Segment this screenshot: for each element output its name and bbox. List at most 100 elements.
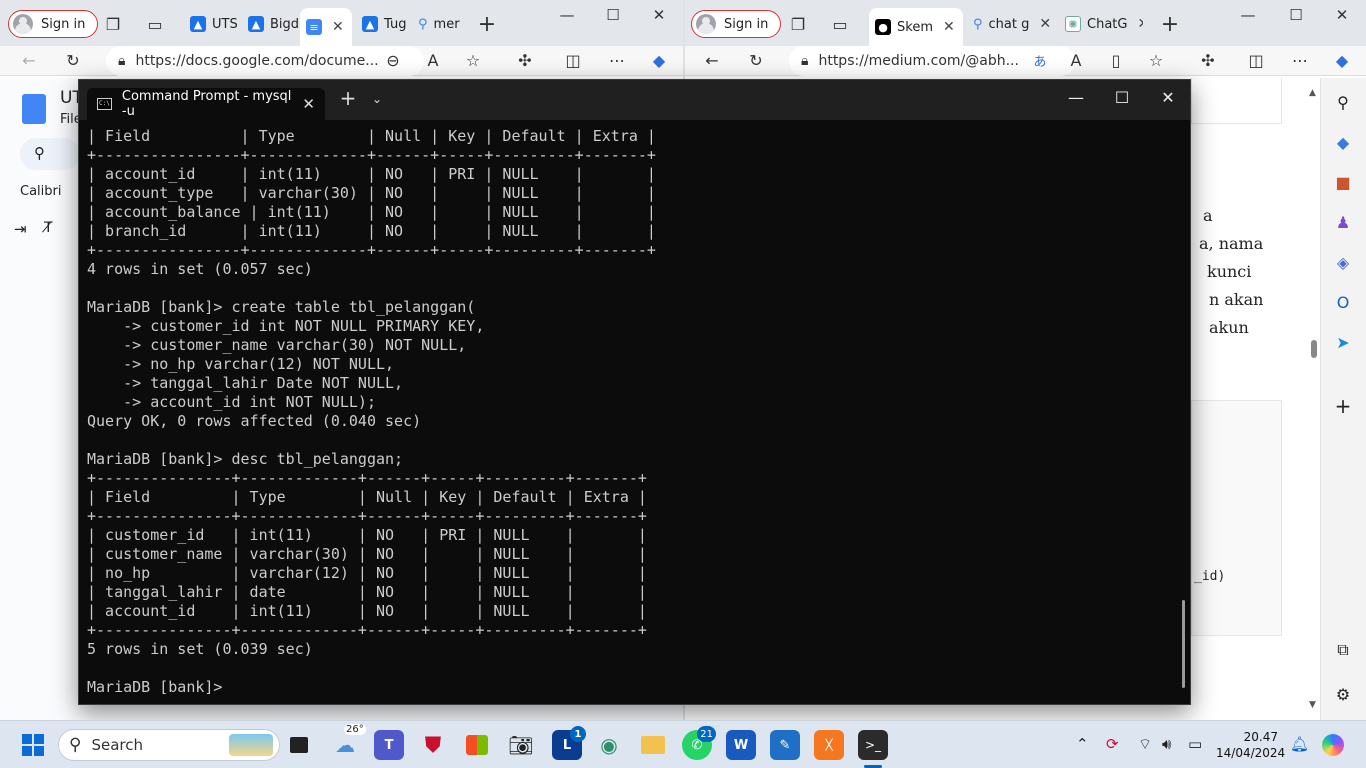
read-aloud-icon[interactable]: A bbox=[1063, 47, 1089, 73]
tab-chat-g[interactable]: ⚲ chat g ✕ bbox=[967, 8, 1053, 40]
task-view-button[interactable] bbox=[284, 730, 314, 760]
minimize-button[interactable]: — bbox=[544, 6, 590, 24]
copilot-icon[interactable]: ◆ bbox=[646, 47, 672, 73]
sign-in-button[interactable]: Sign in bbox=[8, 10, 99, 38]
refresh-icon[interactable]: ↻ bbox=[743, 47, 769, 73]
page-scrollbar[interactable]: ▲ ▼ bbox=[1309, 82, 1319, 720]
browser-toolbar: ← ↻ 🔒︎ https://medium.com/@abh... あ A ▯ … bbox=[685, 46, 1366, 76]
copilot-icon[interactable]: ◆ bbox=[1329, 47, 1355, 73]
sidebar-shopping-icon[interactable]: ◆ bbox=[1333, 132, 1353, 152]
close-tab-icon[interactable]: ✕ bbox=[302, 95, 315, 113]
teams-app-button[interactable]: T bbox=[374, 730, 404, 760]
minimize-button[interactable]: — bbox=[1053, 88, 1099, 107]
sidebar-screenshot-icon[interactable]: ⧉ bbox=[1333, 640, 1353, 660]
tab-uts[interactable]: ▲ UTS bbox=[184, 8, 240, 40]
extensions-icon[interactable]: ✣ bbox=[1195, 47, 1221, 73]
file-explorer-button[interactable] bbox=[638, 730, 668, 760]
address-bar[interactable]: 🔒︎ https://docs.google.com/docume... bbox=[106, 46, 424, 76]
show-hidden-icons-chevron-icon[interactable]: ⌃ bbox=[1076, 735, 1089, 753]
docs-search-menus[interactable]: ⚲ bbox=[20, 138, 80, 170]
close-window-button[interactable]: ✕ bbox=[1145, 88, 1190, 107]
chevron-down-icon[interactable]: ⌄ bbox=[365, 92, 389, 106]
weather-widget[interactable]: ☁ 26° bbox=[330, 724, 366, 760]
tab-actions-icon[interactable]: ▭ bbox=[827, 11, 853, 37]
workspaces-icon[interactable]: ❐ bbox=[785, 11, 811, 37]
sidebar-copilot-icon[interactable]: ◈ bbox=[1333, 252, 1353, 272]
terminal-app-button[interactable]: >_ bbox=[858, 730, 888, 760]
camera-app-button[interactable]: 📷︎ bbox=[506, 730, 536, 760]
read-aloud-icon[interactable]: A bbox=[420, 47, 446, 73]
terminal-line: | Field | Type | Null | Key | Default | … bbox=[87, 488, 647, 506]
close-window-button[interactable]: ✕ bbox=[1319, 6, 1365, 24]
tab-actions-icon[interactable]: ▭ bbox=[142, 11, 168, 37]
sidebar-send-icon[interactable]: ➤ bbox=[1333, 332, 1353, 352]
favorite-star-icon[interactable]: ☆ bbox=[1143, 47, 1169, 73]
terminal-scrollbar[interactable] bbox=[1182, 600, 1185, 688]
sidebar-search-icon[interactable]: ⚲ bbox=[1333, 92, 1353, 112]
back-arrow-icon[interactable]: ← bbox=[699, 47, 725, 73]
tab-docs-active[interactable]: ≡ ✕ bbox=[300, 8, 352, 46]
maximize-button[interactable]: ☐ bbox=[1273, 6, 1319, 24]
edge-app-button[interactable]: ◉ bbox=[594, 730, 624, 760]
mcafee-app-button[interactable]: ⛊ bbox=[418, 730, 448, 760]
refresh-icon[interactable]: ↻ bbox=[60, 47, 86, 73]
close-tab-icon[interactable]: ✕ bbox=[1039, 16, 1051, 32]
notification-bell-icon[interactable]: 🔔︎ bbox=[1290, 735, 1309, 753]
new-tab-button[interactable]: + bbox=[474, 11, 500, 37]
back-arrow-icon[interactable]: ← bbox=[16, 47, 42, 73]
minimize-button[interactable]: — bbox=[1225, 6, 1271, 24]
more-menu-icon[interactable]: ⋯ bbox=[1287, 47, 1313, 73]
translate-icon[interactable]: あ bbox=[1027, 47, 1053, 73]
scroll-up-arrow-icon[interactable]: ▲ bbox=[1309, 88, 1316, 98]
tab-mer[interactable]: ⚲ mer bbox=[412, 8, 468, 40]
terminal-output[interactable]: | Field | Type | Null | Key | Default | … bbox=[87, 127, 1167, 697]
wifi-icon[interactable]: ⌔ bbox=[1138, 735, 1152, 754]
tab-tug[interactable]: ▲ Tug bbox=[356, 8, 410, 40]
extensions-icon[interactable]: ✣ bbox=[512, 47, 538, 73]
word-app-button[interactable]: W bbox=[726, 730, 756, 760]
xampp-app-button[interactable]: ᚷ bbox=[814, 730, 844, 760]
close-window-button[interactable]: ✕ bbox=[636, 6, 682, 24]
clear-format-icon[interactable]: T̸ bbox=[44, 220, 53, 236]
tab-skem-active[interactable]: ● Skem ✕ bbox=[869, 8, 963, 46]
split-screen-icon[interactable]: ◫ bbox=[1243, 47, 1269, 73]
immersive-reader-icon[interactable]: ▯ bbox=[1103, 47, 1129, 73]
close-tab-icon[interactable]: ✕ bbox=[943, 19, 955, 35]
split-screen-icon[interactable]: ◫ bbox=[560, 47, 586, 73]
sidebar-settings-icon[interactable]: ⚙ bbox=[1333, 684, 1353, 704]
new-tab-button[interactable]: + bbox=[1157, 11, 1183, 37]
workspaces-icon[interactable]: ❐ bbox=[100, 11, 126, 37]
store-app-button[interactable] bbox=[462, 730, 492, 760]
sidebar-add-icon[interactable]: + bbox=[1333, 394, 1353, 418]
paint-app-button[interactable]: ✎ bbox=[770, 730, 800, 760]
battery-icon[interactable]: ▭ bbox=[1188, 735, 1202, 753]
font-family-select[interactable]: Calibri bbox=[20, 184, 61, 199]
clock[interactable]: 20.47 14/04/2024 bbox=[1216, 729, 1285, 761]
sidebar-outlook-icon[interactable]: O bbox=[1333, 292, 1353, 312]
whatsapp-app-button[interactable]: ✆ 21 bbox=[682, 726, 716, 760]
sidebar-games-icon[interactable]: ♟ bbox=[1333, 212, 1353, 232]
indent-icon[interactable]: ⇥ bbox=[14, 220, 27, 238]
maximize-button[interactable]: ☐ bbox=[1099, 88, 1145, 107]
terminal-tab[interactable]: C:\ Command Prompt - mysql -u ✕ bbox=[87, 88, 325, 120]
taskbar-search[interactable]: ⚲ Search bbox=[58, 729, 280, 761]
more-menu-icon[interactable]: ⋯ bbox=[604, 47, 630, 73]
start-button[interactable] bbox=[18, 730, 48, 760]
sync-icon[interactable]: ⟳ bbox=[1106, 735, 1119, 753]
zoom-icon[interactable]: ⊖ bbox=[380, 47, 406, 73]
sidebar-tools-icon[interactable]: ■ bbox=[1333, 172, 1353, 192]
copilot-taskbar-button[interactable] bbox=[1318, 730, 1348, 760]
volume-icon[interactable]: 🔊︎ bbox=[1162, 735, 1171, 753]
favorite-star-icon[interactable]: ☆ bbox=[460, 47, 486, 73]
new-tab-button[interactable]: + bbox=[336, 86, 360, 110]
terminal-line: Query OK, 0 rows affected (0.040 sec) bbox=[87, 412, 422, 430]
sign-in-button[interactable]: Sign in bbox=[691, 10, 782, 38]
scroll-down-arrow-icon[interactable]: ▼ bbox=[1309, 700, 1316, 710]
close-tab-icon[interactable]: ✕ bbox=[332, 19, 344, 35]
outlook-app-button[interactable]: L 1 bbox=[552, 726, 586, 760]
tab-bigd[interactable]: ▲ Bigd bbox=[242, 8, 298, 40]
scroll-thumb[interactable] bbox=[1311, 340, 1317, 358]
maximize-button[interactable]: ☐ bbox=[590, 6, 636, 24]
tab-chatg[interactable]: ✺ ChatG ✕ bbox=[1059, 8, 1143, 40]
close-tab-icon[interactable]: ✕ bbox=[1137, 16, 1143, 32]
